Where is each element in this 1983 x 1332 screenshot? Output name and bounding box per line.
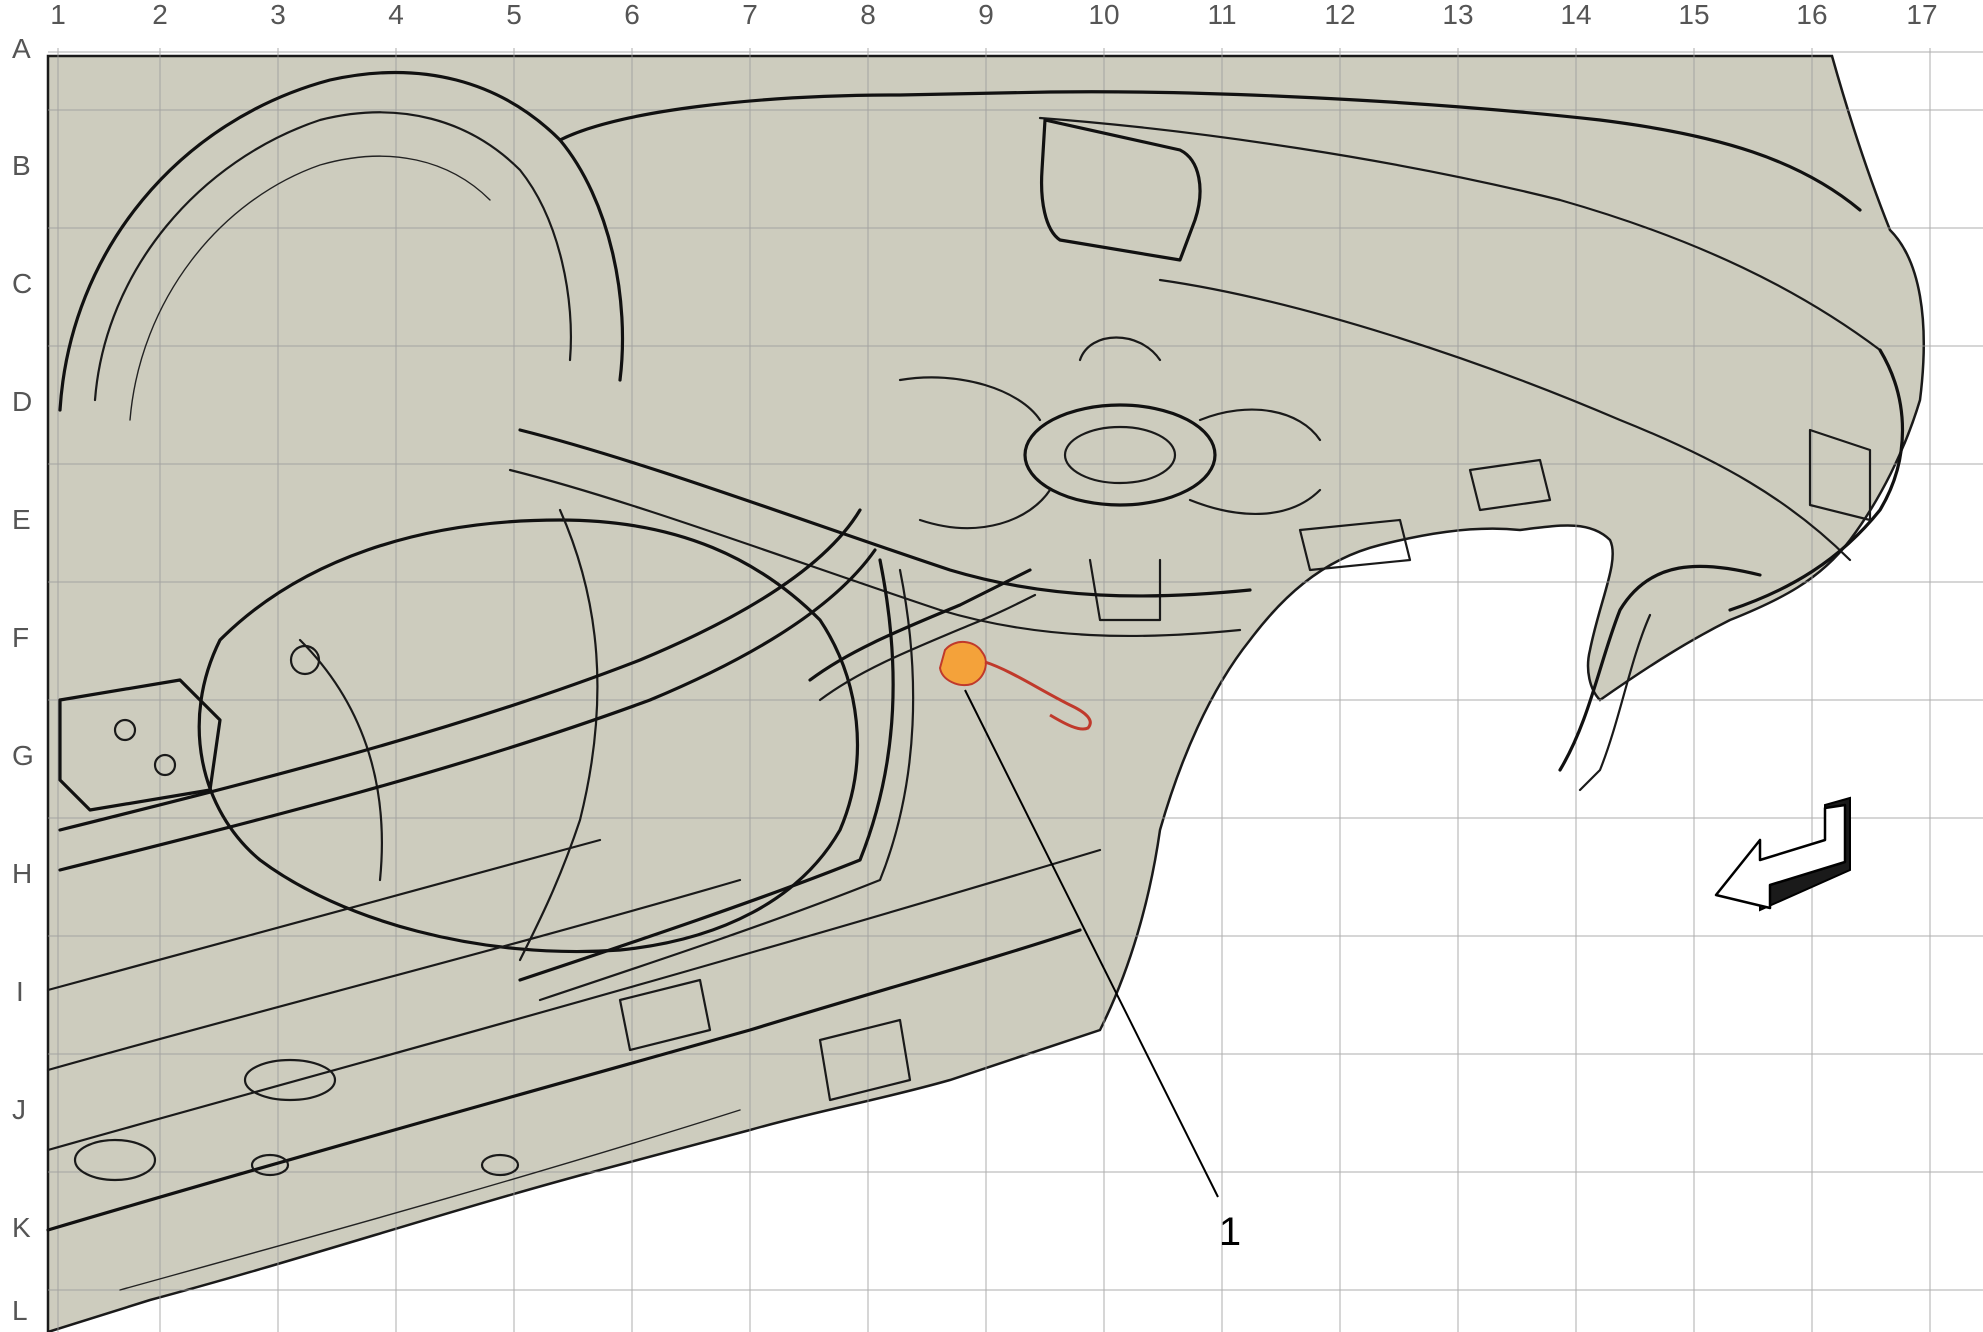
column-label: 4 bbox=[388, 0, 404, 30]
column-label: 15 bbox=[1678, 0, 1709, 30]
column-label: 5 bbox=[506, 0, 522, 30]
column-label: 16 bbox=[1796, 0, 1827, 30]
row-label: I bbox=[16, 976, 24, 1007]
column-label: 11 bbox=[1207, 0, 1236, 30]
column-label: 6 bbox=[624, 0, 640, 30]
column-label: 9 bbox=[978, 0, 994, 30]
row-label: L bbox=[12, 1295, 28, 1326]
row-label: J bbox=[12, 1094, 26, 1125]
callout-label: 1 bbox=[1219, 1210, 1241, 1254]
row-label: C bbox=[12, 268, 32, 299]
column-label: 13 bbox=[1442, 0, 1473, 30]
row-label: G bbox=[12, 740, 34, 771]
row-label: H bbox=[12, 858, 32, 889]
row-label: F bbox=[12, 622, 29, 653]
grid-row-labels: A B C D E F G H I J K L bbox=[12, 33, 34, 1326]
vehicle-underbody-diagram: 1 2 3 4 5 6 7 8 9 10 11 12 13 14 15 16 1… bbox=[12, 0, 1983, 1332]
column-label: 17 bbox=[1906, 0, 1937, 30]
highlighted-connector bbox=[938, 641, 987, 686]
column-label: 1 bbox=[50, 0, 66, 30]
column-label: 12 bbox=[1324, 0, 1355, 30]
column-label: 2 bbox=[152, 0, 168, 30]
row-label: A bbox=[12, 33, 31, 64]
column-label: 14 bbox=[1560, 0, 1591, 30]
front-direction-arrow-icon bbox=[1714, 796, 1851, 912]
column-label: 3 bbox=[270, 0, 286, 30]
column-label: 8 bbox=[860, 0, 876, 30]
grid-column-labels: 1 2 3 4 5 6 7 8 9 10 11 12 13 14 15 16 1… bbox=[50, 0, 1937, 30]
row-label: E bbox=[12, 504, 31, 535]
row-label: D bbox=[12, 386, 32, 417]
row-label: K bbox=[12, 1212, 31, 1243]
row-label: B bbox=[12, 150, 31, 181]
column-label: 7 bbox=[742, 0, 758, 30]
column-label: 10 bbox=[1088, 0, 1119, 30]
